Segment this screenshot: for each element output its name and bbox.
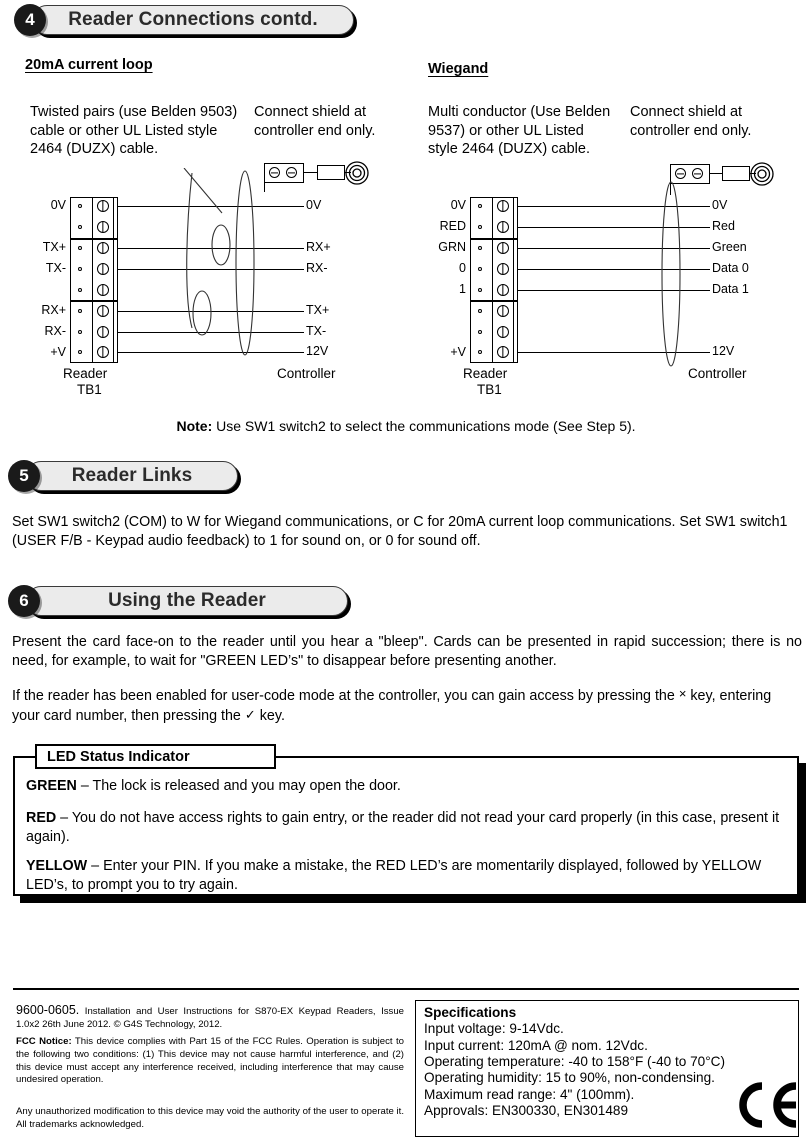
cable-shield-overlay-right [661,181,681,367]
terminal-label-left-7: +V [50,345,66,359]
tb-group-separator-right-1 [470,238,518,241]
controller-label-right: Controller [688,366,747,381]
shield-earth-symbol-left [345,161,369,185]
led-text-green: – The lock is released and you may open … [80,778,401,794]
step-title-6: Using the Reader [108,590,266,611]
footer-fcc-notice: FCC Notice: This device complies with Pa… [16,1036,404,1087]
led-text-yellow: – Enter your PIN. If you make a mistake,… [26,858,762,893]
step-number-badge-6: 6 [8,585,40,617]
tb-divider-left-1 [92,197,94,363]
footer-fcc-label: FCC Notice: [16,1036,72,1047]
step-header-5: Reader Links 5 [8,460,238,492]
controller-label-left-2: RX+ [306,240,331,254]
controller-label-right-4: Data 1 [712,282,749,296]
shield-link-wire-left [304,172,318,174]
led-status-legend: LED Status Indicator [35,744,276,769]
diagram-20ma-current-loop: 0V TX+ TX- RX+ RX- +V Reader TB1 Control… [0,0,400,397]
controller-label-left-6: TX- [306,324,327,338]
controller-label-right-2: Green [712,240,747,254]
footer-divider [13,988,799,990]
specifications-title: Specifications [424,1005,517,1020]
footer-document-info: 9600-0605. Installation and User Instruc… [16,1002,404,1032]
controller-label-right-1: Red [712,219,735,233]
step-number-badge-5: 5 [8,460,40,492]
step-title-5: Reader Links [71,465,193,486]
step-number-badge-4: 4 [14,4,46,36]
tb-group-separator-left-1 [70,238,118,241]
cross-key-icon: × [678,686,687,701]
reader-sublabel-left: TB1 [77,382,102,397]
using-reader-paragraph-2: If the reader has been enabled for user-… [12,685,802,727]
footer-doc-number: 9600-0605. [16,1003,80,1017]
footer-trademark-notice: Any unauthorized modification to this de… [16,1106,404,1130]
step-title-pill-5: Reader Links [26,461,238,491]
reader-terminal-block-left [70,197,118,363]
led-status-entry-yellow: YELLOW – Enter your PIN. If you make a m… [26,857,788,894]
terminal-label-right-1: RED [439,219,466,233]
reader-links-paragraph: Set SW1 switch2 (COM) to W for Wiegand c… [12,514,788,550]
terminal-label-right-2: GRN [438,240,466,254]
terminal-label-right-0: 0V [450,198,466,212]
diagram-wiegand: 0V RED GRN 0 1 +V Reader TB1 Controller … [410,0,812,397]
using-reader-paragraph-1: Present the card face-on to the reader u… [12,634,802,670]
communications-mode-note: Note: Use SW1 switch2 to select the comm… [0,418,812,434]
check-key-icon: ✓ [244,707,256,723]
step-header-6: Using the Reader 6 [8,585,348,617]
controller-label-left-7: 12V [306,344,329,358]
shield-link-bar-right [722,166,750,181]
controller-label-right-7: 12V [712,344,735,358]
tb-divider-right-2 [513,197,515,363]
reader-label-left: Reader [63,366,108,381]
step-title-pill-6: Using the Reader [26,586,348,616]
terminal-label-right-4: 1 [459,282,466,296]
shield-link-bar-left [317,165,345,180]
reader-terminal-block-right [470,197,518,363]
tb-divider-left-2 [113,197,115,363]
controller-label-left: Controller [277,366,336,381]
led-color-green: GREEN [26,778,77,794]
tb-group-separator-right-2 [470,300,518,303]
reader-label-right: Reader [463,366,508,381]
shield-earth-symbol-right [750,162,774,186]
terminal-label-left-3: TX- [45,261,66,275]
reader-sublabel-right: TB1 [477,382,502,397]
cable-twist-overlay-left [183,168,255,356]
led-status-entry-red: RED – You do not have access rights to g… [26,809,788,846]
note-text: Use SW1 switch2 to select the communicat… [216,418,636,434]
specifications-line-1: Input current: 120mA @ nom. 12Vdc. [424,1037,648,1053]
terminal-label-left-5: RX+ [41,303,66,317]
specifications-line-2: Operating temperature: -40 to 158°F (-40… [424,1053,726,1069]
terminal-label-left-2: TX+ [42,240,66,254]
controller-label-right-0: 0V [712,198,728,212]
using-reader-p2-part1: If the reader has been enabled for user-… [12,688,675,704]
led-color-red: RED [26,810,57,826]
controller-label-left-0: 0V [306,198,322,212]
note-label: Note: [176,418,213,434]
led-status-entry-green: GREEN – The lock is released and you may… [26,777,786,796]
tb-group-separator-left-2 [70,300,118,303]
terminal-label-right-3: 0 [459,261,466,275]
terminal-label-right-7: +V [450,345,466,359]
controller-label-right-3: Data 0 [712,261,749,275]
led-text-red: – You do not have access rights to gain … [26,810,780,845]
led-color-yellow: YELLOW [26,858,88,874]
controller-label-left-5: TX+ [306,303,330,317]
terminal-label-left-0: 0V [50,198,66,212]
ce-mark-icon [739,1082,797,1128]
controller-label-left-3: RX- [306,261,328,275]
led-status-legend-label: LED Status Indicator [47,748,190,765]
tb-divider-right-1 [492,197,494,363]
using-reader-p2-part3: key. [259,708,285,725]
terminal-label-left-6: RX- [44,324,66,338]
specifications-line-0: Input voltage: 9-14Vdc. [424,1021,564,1037]
footer-fcc-text: This device complies with Part 15 of the… [16,1036,404,1086]
